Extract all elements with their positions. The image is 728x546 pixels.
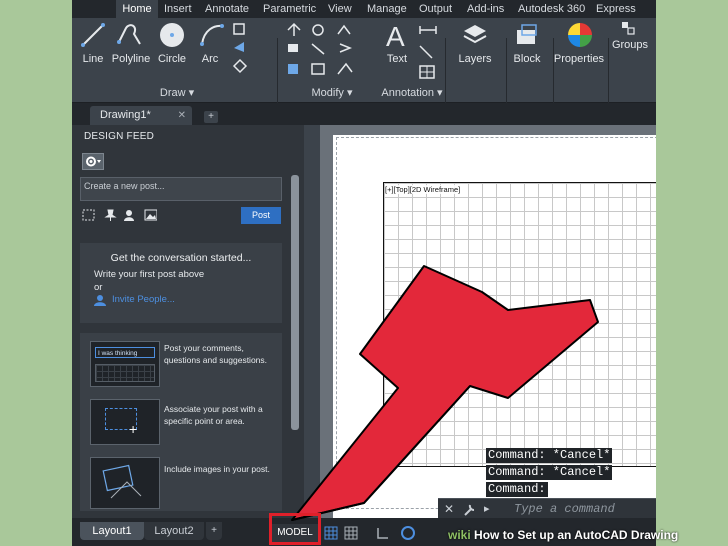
tab-add-ins[interactable]: Add-ins bbox=[467, 0, 504, 18]
circle-icon[interactable] bbox=[158, 21, 186, 49]
design-feed-title: DESIGN FEED bbox=[84, 131, 154, 142]
drawing-tab-label: Drawing1* bbox=[100, 109, 151, 121]
tip-images-text: Include images in your post. bbox=[164, 464, 270, 474]
design-feed-palette: DESIGN FEED Create a new post... Post Ge… bbox=[72, 125, 304, 518]
model-viewport[interactable] bbox=[383, 182, 656, 467]
text-icon[interactable]: A bbox=[384, 20, 410, 50]
block-label[interactable]: Block bbox=[508, 53, 546, 65]
select-area-icon[interactable] bbox=[82, 209, 95, 221]
circle-label[interactable]: Circle bbox=[155, 53, 189, 65]
keyboard-icon bbox=[95, 364, 155, 382]
arc-label[interactable]: Arc bbox=[196, 53, 224, 65]
annotation-panel-title[interactable]: Annotation ▾ bbox=[372, 86, 452, 100]
tab-view[interactable]: View bbox=[328, 0, 352, 18]
add-layout-button[interactable]: + bbox=[206, 522, 222, 540]
command-prompt-icon[interactable]: ▸ bbox=[484, 502, 490, 515]
crosshair-icon: + bbox=[129, 421, 138, 437]
command-history-line-1: Command: *Cancel* bbox=[486, 448, 613, 463]
invite-people-link[interactable]: Invite People... bbox=[112, 294, 175, 305]
tab-annotate[interactable]: Annotate bbox=[205, 0, 249, 18]
ribbon-home-panel: Line Polyline Circle Arc A Text Layers B… bbox=[72, 18, 656, 118]
modify-tools-icon[interactable] bbox=[286, 22, 366, 82]
post-button[interactable]: Post bbox=[241, 207, 281, 224]
wrench-icon[interactable] bbox=[462, 503, 476, 517]
invite-people-icon[interactable] bbox=[94, 294, 106, 306]
groups-label[interactable]: Groups bbox=[610, 39, 650, 51]
block-icon[interactable] bbox=[514, 22, 540, 48]
watermark-title: How to Set up an AutoCAD Drawing bbox=[474, 528, 679, 542]
conversation-line-1: Write your first post above bbox=[94, 269, 205, 280]
model-highlight-box bbox=[269, 513, 321, 545]
pin-icon[interactable] bbox=[104, 209, 117, 221]
tab-output[interactable]: Output bbox=[419, 0, 452, 18]
polyline-label[interactable]: Polyline bbox=[108, 53, 154, 65]
conversation-line-2: or bbox=[94, 282, 103, 293]
groups-icon[interactable] bbox=[620, 20, 636, 36]
properties-icon[interactable] bbox=[566, 21, 594, 49]
tip-thumbnail-point: + bbox=[90, 399, 160, 445]
svg-text:A: A bbox=[386, 21, 405, 50]
layout2-tab[interactable]: Layout2 bbox=[144, 522, 204, 540]
feed-scrollbar-thumb[interactable] bbox=[291, 175, 299, 430]
layers-label[interactable]: Layers bbox=[454, 53, 496, 65]
line-icon[interactable] bbox=[80, 22, 106, 48]
new-post-input[interactable]: Create a new post... bbox=[80, 177, 282, 201]
tip-comments-text: Post your comments, questions and sugges… bbox=[164, 343, 268, 365]
text-label[interactable]: Text bbox=[380, 53, 414, 65]
drawing-tab[interactable]: Drawing1* ✕ bbox=[90, 106, 192, 125]
feed-scrollbar[interactable] bbox=[290, 175, 300, 510]
photo-icon bbox=[102, 464, 142, 499]
ortho-icon[interactable] bbox=[376, 526, 390, 540]
command-history-line-3: Command: bbox=[486, 482, 548, 497]
conversation-title: Get the conversation started... bbox=[110, 252, 252, 264]
autocad-window: Home Insert Annotate Parametric View Man… bbox=[72, 0, 656, 546]
image-icon[interactable] bbox=[144, 209, 157, 221]
mention-user-icon[interactable] bbox=[124, 209, 137, 221]
palette-splitter[interactable] bbox=[304, 125, 320, 518]
tab-express-tools[interactable]: Express Tools bbox=[596, 0, 656, 33]
command-close-icon[interactable]: ✕ bbox=[444, 502, 454, 516]
wikihow-watermark: wiki How to Set up an AutoCAD Drawing bbox=[448, 528, 678, 542]
watermark-prefix: wiki bbox=[448, 528, 471, 542]
close-tab-icon[interactable]: ✕ bbox=[178, 106, 186, 125]
ribbon-tabs: Home Insert Annotate Parametric View Man… bbox=[72, 0, 656, 33]
tip-thumbnail-text: I was thinking bbox=[95, 347, 155, 358]
polar-tracking-icon[interactable] bbox=[400, 525, 416, 541]
line-label[interactable]: Line bbox=[78, 53, 108, 65]
tab-autodesk-360[interactable]: Autodesk 360 bbox=[518, 0, 585, 18]
feed-tips-card: I was thinking Post your comments, quest… bbox=[80, 333, 282, 511]
feed-settings-button[interactable] bbox=[82, 153, 104, 170]
tip-thumbnail-comment: I was thinking bbox=[90, 341, 160, 387]
tip-thumbnail-image bbox=[90, 457, 160, 509]
tab-manage[interactable]: Manage bbox=[367, 0, 407, 18]
drawing-area[interactable]: [+][Top][2D Wireframe] Command: *Cancel*… bbox=[320, 125, 656, 521]
viewport-controls-label[interactable]: [+][Top][2D Wireframe] bbox=[385, 185, 461, 194]
new-tab-button[interactable]: + bbox=[204, 111, 218, 123]
command-history-line-2: Command: *Cancel* bbox=[486, 465, 613, 480]
draw-panel-title[interactable]: Draw ▾ bbox=[132, 86, 222, 100]
modify-panel-title[interactable]: Modify ▾ bbox=[287, 86, 377, 100]
command-input[interactable]: Type a command bbox=[514, 502, 615, 516]
tip-associate-text: Associate your post with a specific poin… bbox=[164, 404, 263, 426]
properties-label[interactable]: Properties bbox=[552, 53, 606, 65]
arc-icon[interactable] bbox=[198, 22, 226, 48]
tab-insert[interactable]: Insert bbox=[164, 0, 192, 18]
grid-icon[interactable] bbox=[324, 526, 338, 540]
tab-home[interactable]: Home bbox=[116, 0, 158, 18]
draw-small-tools-icon[interactable] bbox=[232, 22, 262, 82]
layout1-tab[interactable]: Layout1 bbox=[80, 522, 144, 540]
tab-parametric[interactable]: Parametric bbox=[263, 0, 316, 18]
document-tabs: Drawing1* ✕ + bbox=[72, 103, 656, 125]
annotation-tools-icon[interactable] bbox=[418, 22, 444, 82]
conversation-card: Get the conversation started... Write yo… bbox=[80, 243, 282, 323]
snap-icon[interactable] bbox=[344, 526, 358, 540]
layers-icon[interactable] bbox=[462, 22, 488, 48]
gear-icon bbox=[86, 156, 101, 167]
polyline-icon[interactable] bbox=[116, 22, 144, 48]
